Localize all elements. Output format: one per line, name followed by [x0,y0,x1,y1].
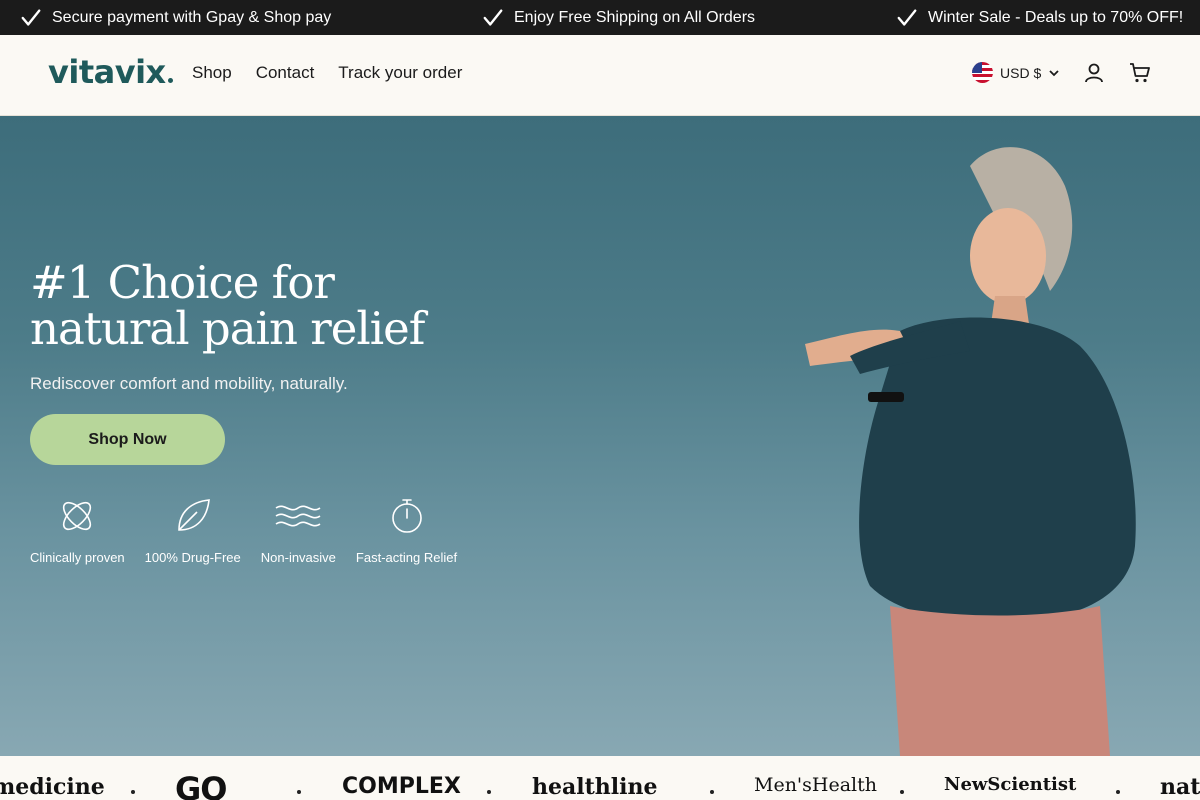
chevron-down-icon [1049,69,1059,76]
hero-woman-stretching-image [805,147,1136,756]
stopwatch-icon [391,499,422,533]
press-logo-newscientist: NewScientist [944,774,1077,795]
feature-label: Clinically proven [30,550,125,565]
press-logo-complex: COMPLEX [342,774,461,799]
feature-label: Non-invasive [260,550,336,565]
leaf-icon [177,499,210,531]
us-flag-icon [972,62,993,83]
press-logo-healthline: healthline [532,774,658,800]
account-icon[interactable] [1082,61,1106,85]
logo-dot [167,78,173,83]
hero-subtitle: Rediscover comfort and mobility, natural… [30,374,348,393]
hero-title-line1: #1 Choice for [30,256,335,309]
main-nav: Shop Contact Track your order [192,63,462,83]
separator-dot [1116,790,1120,794]
press-logo-menshealth: Men'sHealth [754,774,877,796]
press-logo-gq: GQ [175,770,227,800]
checkmark-icon [483,8,503,26]
announcement-text: Winter Sale - Deals up to 70% OFF! [928,8,1184,26]
currency-selector[interactable]: USD $ [972,62,1060,83]
feature-non-invasive: Non-invasive [261,496,336,565]
nav-track-order[interactable]: Track your order [338,63,462,83]
announcement-bar: Secure payment with Gpay & Shop pay Enjo… [0,0,1200,35]
feature-label: 100% Drug-Free [144,550,241,565]
nav-shop[interactable]: Shop [192,63,232,83]
brand-logo[interactable]: vitavix [48,53,173,91]
feature-fast-acting: Fast-acting Relief [356,496,457,565]
feature-drug-free: 100% Drug-Free [145,496,241,565]
hero-title: #1 Choice for natural pain relief [30,256,425,355]
press-logo-medicine: medicine [0,774,105,800]
announcement-text: Enjoy Free Shipping on All Orders [514,8,756,26]
separator-dot [131,790,135,794]
announcement-item: Secure payment with Gpay & Shop pay [20,0,331,35]
hero-banner: #1 Choice for natural pain relief Redisc… [0,116,1200,756]
separator-dot [297,790,301,794]
shop-now-button[interactable]: Shop Now [30,414,225,465]
hero-title-line2: natural pain relief [30,302,425,355]
checkmark-icon [897,8,917,26]
site-header: vitavix Shop Contact Track your order US… [0,35,1200,116]
atom-icon [63,501,92,531]
feature-clinically-proven: Clinically proven [30,496,125,565]
announcement-text: Secure payment with Gpay & Shop pay [52,8,332,26]
press-logo-natu: natu [1160,774,1200,800]
waves-icon [275,505,321,527]
cart-icon[interactable] [1128,61,1152,85]
currency-label: USD $ [1000,64,1042,81]
feature-list: Clinically proven 100% Drug-Free Non-inv… [30,496,477,565]
press-logo-strip: medicine GQ COMPLEX healthline Men'sHeal… [0,756,1200,800]
separator-dot [900,790,904,794]
separator-dot [487,790,491,794]
brand-logo-text: vitavix [48,53,166,91]
nav-contact[interactable]: Contact [256,63,315,83]
feature-label: Fast-acting Relief [355,550,458,565]
announcement-item: Winter Sale - Deals up to 70% OFF! [896,0,1183,35]
announcement-item: Enjoy Free Shipping on All Orders [482,0,755,35]
separator-dot [710,790,714,794]
checkmark-icon [21,8,41,26]
